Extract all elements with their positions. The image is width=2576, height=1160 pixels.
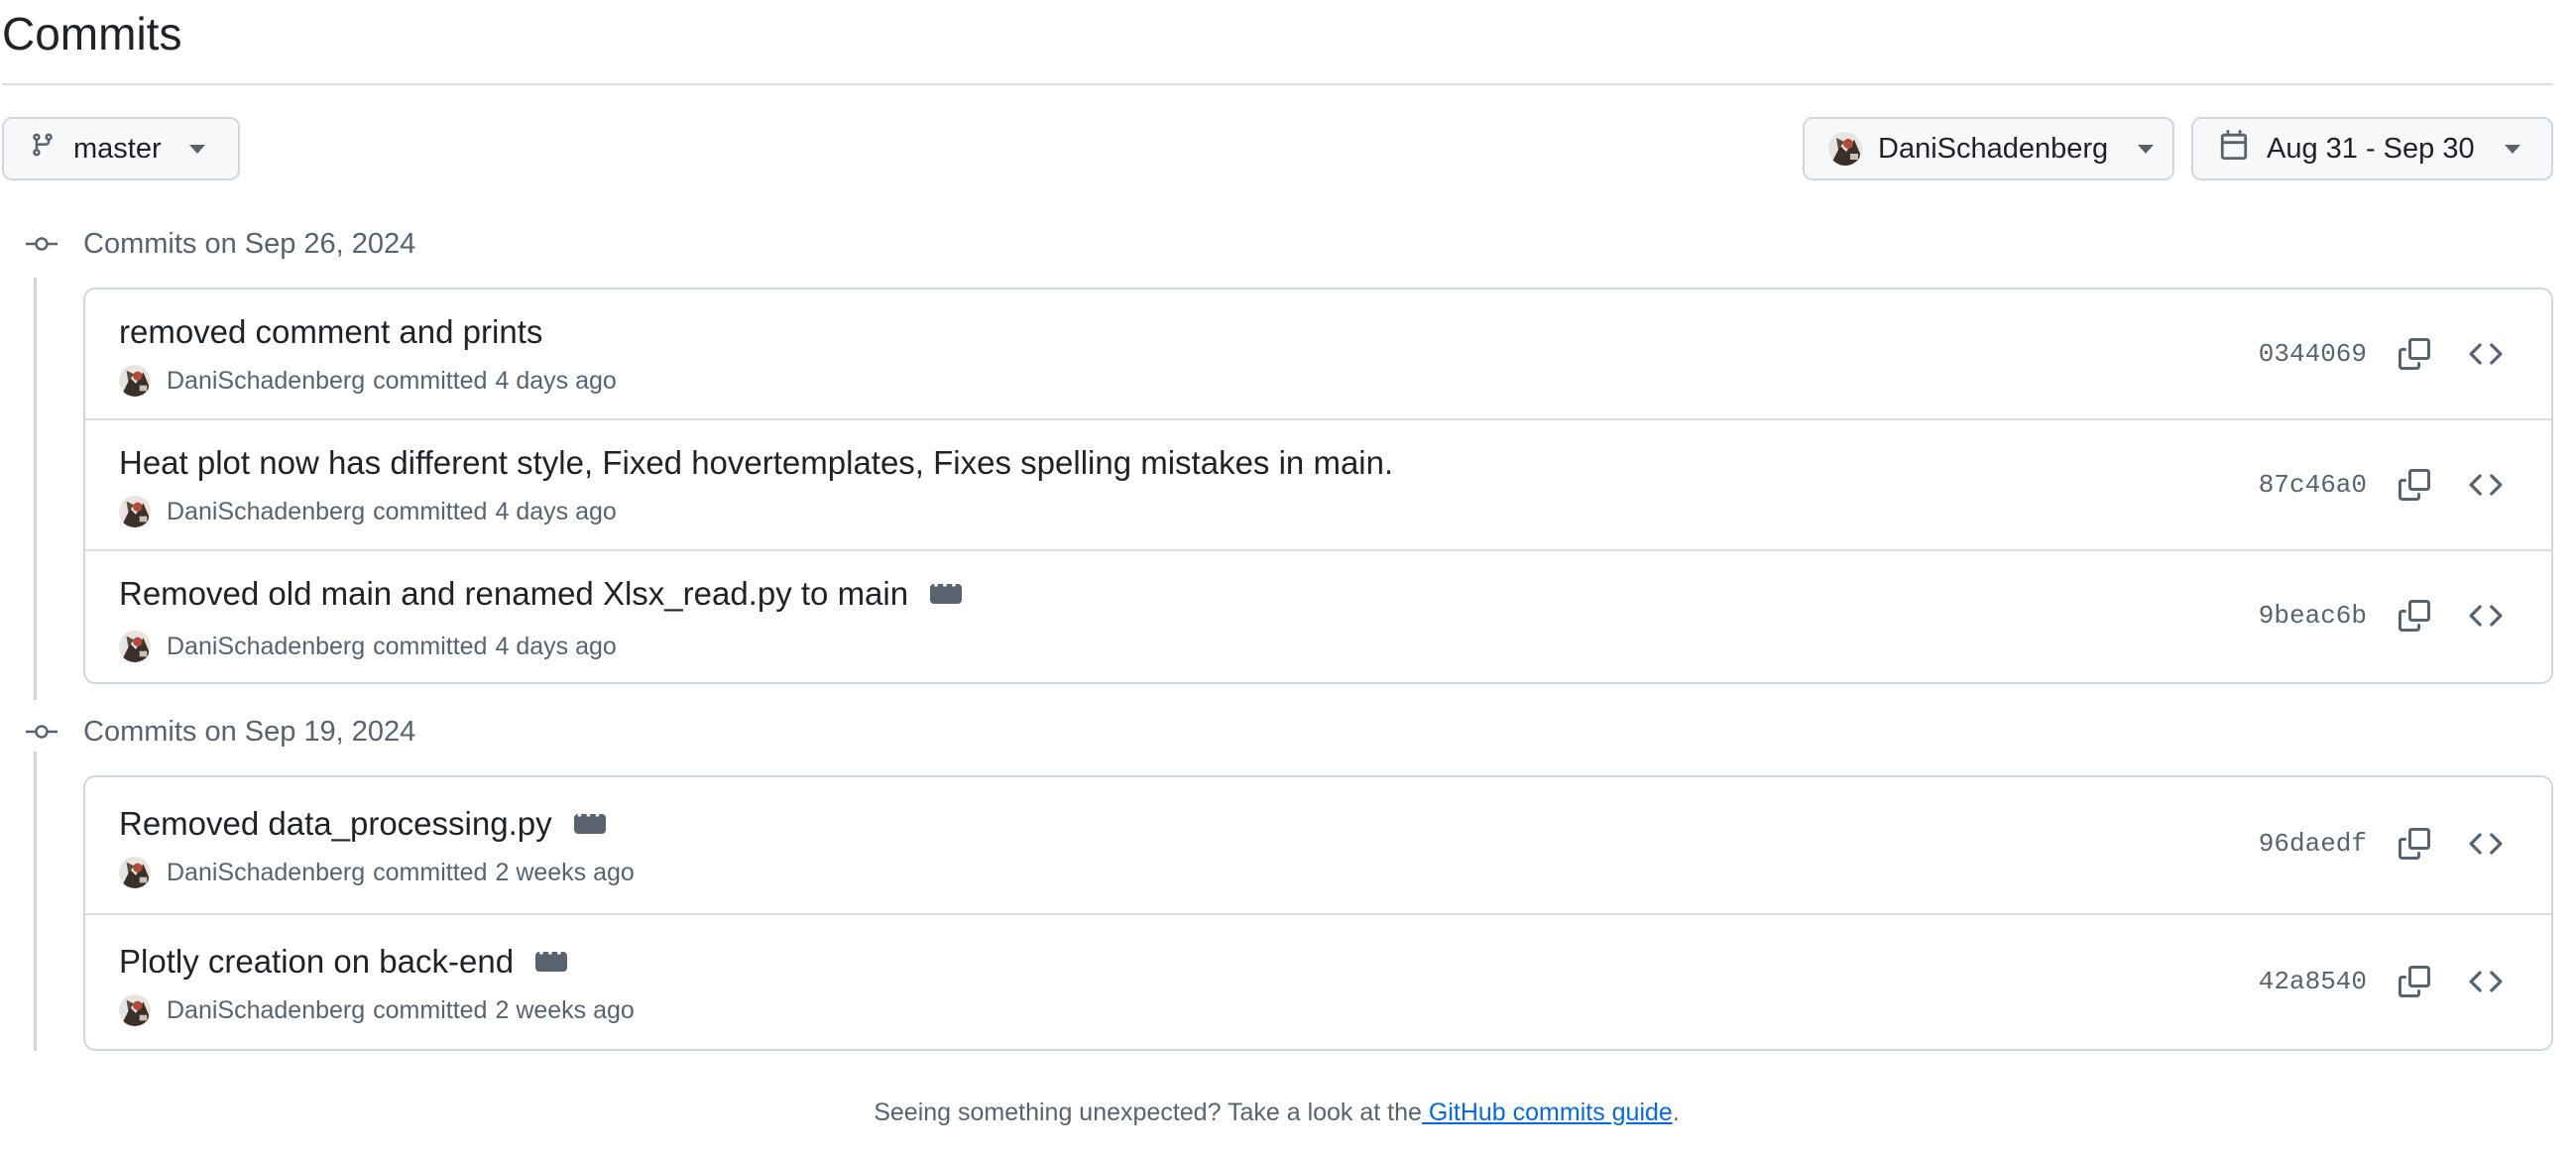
commit-row: Removed old main and renamed Xlsx_read.p… — [85, 549, 2551, 682]
commit-sha[interactable]: 9beac6b — [2259, 601, 2367, 631]
commit-author[interactable]: DaniSchadenberg — [167, 498, 365, 526]
commit-row: Removed data_processing.py DaniSchadenbe… — [85, 777, 2551, 913]
commit-action: committed — [373, 366, 488, 395]
commit-time: 2 weeks ago — [495, 858, 635, 886]
more-ellipsis-icon[interactable] — [535, 940, 568, 972]
commit-meta: DaniSchadenberg committed 4 days ago — [119, 496, 617, 527]
commit-time: 4 days ago — [495, 632, 617, 660]
copy-icon[interactable] — [2395, 962, 2434, 1001]
commit-group-heading: Commits on Sep 19, 2024 — [0, 712, 415, 752]
timeline-line — [34, 278, 37, 700]
footer-note: Seeing something unexpected? Take a look… — [0, 1099, 2553, 1127]
commit-message[interactable]: Heat plot now has different style, Fixed… — [119, 444, 1393, 482]
chevron-down-icon — [2504, 144, 2520, 154]
commit-action: committed — [373, 497, 488, 525]
commit-author[interactable]: DaniSchadenberg — [167, 996, 365, 1025]
commit-author[interactable]: DaniSchadenberg — [167, 859, 365, 887]
commit-message[interactable]: removed comment and prints — [119, 313, 542, 351]
copy-icon[interactable] — [2395, 465, 2434, 505]
commit-row: removed comment and prints DaniSchadenbe… — [85, 290, 2551, 418]
git-commit-icon — [0, 724, 83, 740]
date-range-button[interactable]: Aug 31 - Sep 30 — [2191, 117, 2553, 180]
commit-meta: DaniSchadenberg committed 2 weeks ago — [119, 857, 635, 888]
footer-period: . — [1672, 1099, 1680, 1126]
timeline-line — [34, 752, 37, 1051]
copy-icon[interactable] — [2395, 334, 2434, 374]
commit-list: removed comment and prints DaniSchadenbe… — [83, 288, 2553, 684]
commit-time: 4 days ago — [495, 366, 617, 395]
avatar — [1828, 132, 1862, 166]
avatar[interactable] — [119, 496, 151, 527]
commit-author[interactable]: DaniSchadenberg — [167, 367, 365, 396]
commit-time: 4 days ago — [495, 497, 617, 525]
commit-message[interactable]: Plotly creation on back-end — [119, 943, 514, 981]
commit-sha[interactable]: 42a8540 — [2259, 967, 2367, 996]
git-branch-icon — [30, 130, 56, 168]
browse-code-icon[interactable] — [2466, 596, 2506, 636]
branch-selector-button[interactable]: master — [2, 117, 240, 180]
commit-sha[interactable]: 0344069 — [2259, 339, 2367, 369]
page-title: Commits — [2, 8, 182, 59]
commit-action: committed — [373, 995, 488, 1024]
commit-message-link[interactable]: Removed old main and renamed Xlsx_read.p… — [119, 572, 963, 613]
commit-row: Plotly creation on back-end DaniSchadenb… — [85, 913, 2551, 1049]
avatar[interactable] — [119, 365, 151, 397]
commit-group-date: Commits on Sep 19, 2024 — [83, 715, 416, 748]
commit-author[interactable]: DaniSchadenberg — [167, 633, 365, 661]
commit-sha[interactable]: 96daedf — [2259, 829, 2367, 859]
browse-code-icon[interactable] — [2466, 824, 2506, 864]
avatar[interactable] — [119, 994, 151, 1026]
title-divider — [2, 83, 2553, 85]
branch-label: master — [73, 132, 162, 165]
commit-message-link[interactable]: removed comment and prints — [119, 313, 542, 351]
browse-code-icon[interactable] — [2466, 962, 2506, 1001]
commit-row: Heat plot now has different style, Fixed… — [85, 418, 2551, 549]
user-filter-button[interactable]: DaniSchadenberg — [1803, 117, 2174, 180]
calendar-icon — [2219, 129, 2249, 169]
git-commit-icon — [0, 236, 83, 252]
commit-list: Removed data_processing.py DaniSchadenbe… — [83, 775, 2553, 1051]
commit-message[interactable]: Removed data_processing.py — [119, 805, 552, 843]
commits-guide-link[interactable]: GitHub commits guide — [1422, 1099, 1673, 1126]
commit-time: 2 weeks ago — [495, 995, 635, 1024]
user-filter-label: DaniSchadenberg — [1878, 132, 2109, 165]
commit-action: committed — [373, 632, 488, 660]
commit-group-heading: Commits on Sep 26, 2024 — [0, 224, 415, 264]
more-ellipsis-icon[interactable] — [930, 572, 963, 604]
commit-meta: DaniSchadenberg committed 2 weeks ago — [119, 994, 635, 1026]
avatar[interactable] — [119, 857, 151, 888]
copy-icon[interactable] — [2395, 596, 2434, 636]
more-ellipsis-icon[interactable] — [573, 802, 606, 834]
copy-icon[interactable] — [2395, 824, 2434, 864]
date-range-label: Aug 31 - Sep 30 — [2267, 132, 2475, 165]
commit-message[interactable]: Removed old main and renamed Xlsx_read.p… — [119, 575, 908, 613]
browse-code-icon[interactable] — [2466, 334, 2506, 374]
commit-meta: DaniSchadenberg committed 4 days ago — [119, 365, 617, 397]
commit-message-link[interactable]: Plotly creation on back-end — [119, 940, 568, 981]
commit-message-link[interactable]: Removed data_processing.py — [119, 802, 606, 843]
chevron-down-icon — [2138, 144, 2155, 154]
commit-sha[interactable]: 87c46a0 — [2259, 470, 2367, 500]
commit-group-date: Commits on Sep 26, 2024 — [83, 227, 416, 260]
commit-meta: DaniSchadenberg committed 4 days ago — [119, 631, 617, 662]
browse-code-icon[interactable] — [2466, 465, 2506, 505]
commit-action: committed — [373, 858, 488, 886]
avatar[interactable] — [119, 631, 151, 662]
footer-text: Seeing something unexpected? Take a look… — [874, 1099, 1422, 1126]
chevron-down-icon — [188, 144, 205, 154]
commit-message-link[interactable]: Heat plot now has different style, Fixed… — [119, 444, 1393, 482]
